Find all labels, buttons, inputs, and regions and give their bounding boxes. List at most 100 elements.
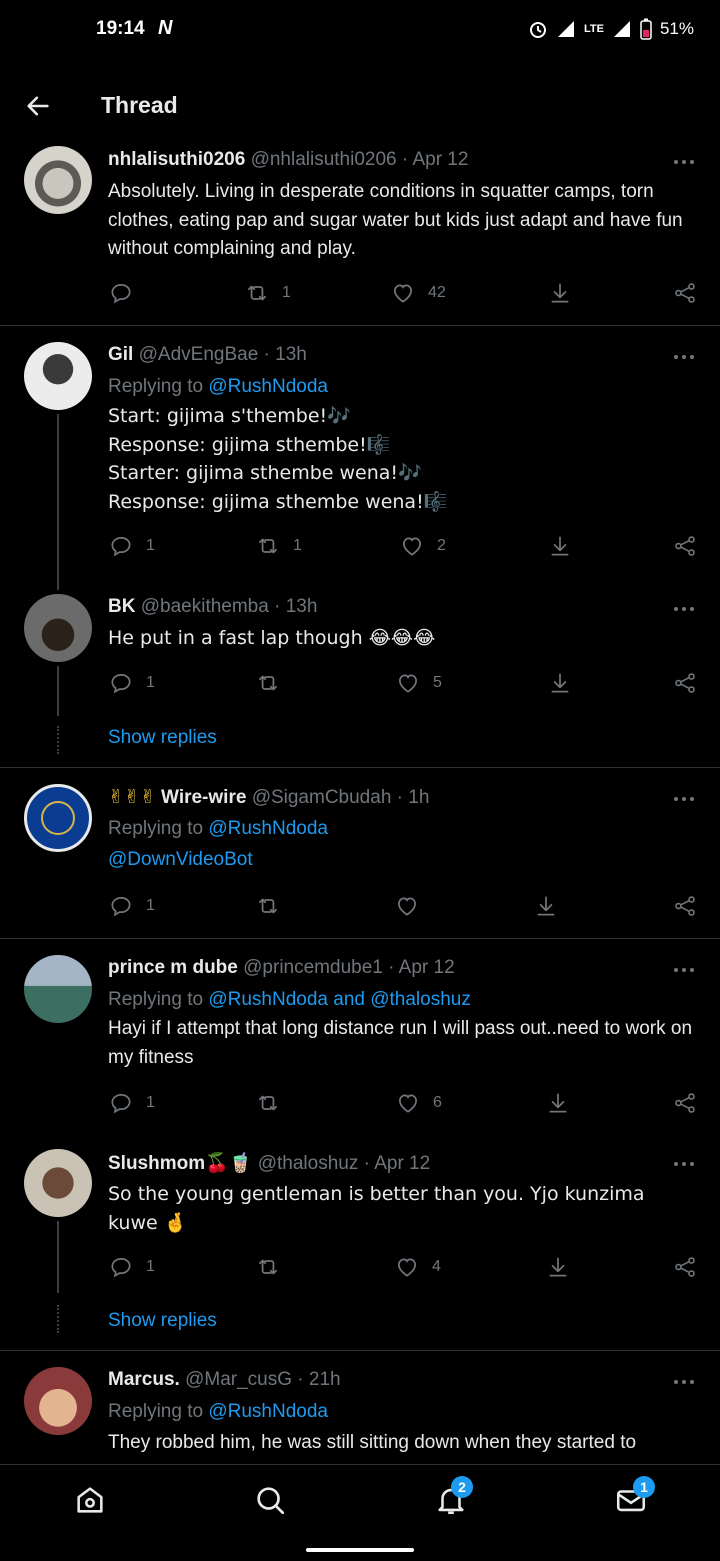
reply-icon xyxy=(108,280,134,306)
retweet-button[interactable] xyxy=(255,670,281,696)
tweet-text: He put in a fast lap though 😂😂😂 xyxy=(108,627,436,649)
reply-mention-link[interactable]: @RushNdoda and @thaloshuz xyxy=(208,989,471,1010)
reply-mention-link[interactable]: @RushNdoda xyxy=(208,818,328,839)
share-icon xyxy=(672,893,698,919)
retweet-button[interactable] xyxy=(255,1254,281,1280)
reply-icon xyxy=(108,893,134,919)
reply-icon xyxy=(108,1090,134,1116)
avatar[interactable] xyxy=(24,784,92,852)
dotted-thread-line xyxy=(57,1305,61,1333)
show-replies-link[interactable]: Show replies xyxy=(108,1310,217,1332)
like-button[interactable]: 5 xyxy=(395,670,442,696)
tweet-time: · 13h xyxy=(263,344,307,365)
retweet-button[interactable] xyxy=(255,893,281,919)
avatar[interactable] xyxy=(24,594,92,662)
author-name[interactable]: nhlalisuthi0206 xyxy=(108,149,245,170)
tweet[interactable]: nhlalisuthi0206 @nhlalisuthi0206 · Apr 1… xyxy=(0,140,720,326)
download-button[interactable] xyxy=(547,280,573,306)
retweet-count: 1 xyxy=(282,284,291,301)
like-icon xyxy=(395,670,421,696)
more-icon[interactable] xyxy=(672,606,696,612)
author-handle: @princemdube1 xyxy=(243,957,383,978)
more-icon[interactable] xyxy=(672,1161,696,1167)
tweet-line: Start: gijima s'thembe!🎶 xyxy=(108,405,351,427)
reply-button[interactable]: 1 xyxy=(108,1254,155,1280)
tweet[interactable]: prince m dube @princemdube1 · Apr 12 Rep… xyxy=(0,939,720,1135)
download-button[interactable] xyxy=(547,533,573,559)
download-icon xyxy=(545,1254,571,1280)
share-button[interactable] xyxy=(672,1090,698,1116)
reply-button[interactable]: 1 xyxy=(108,670,155,696)
share-button[interactable] xyxy=(672,280,698,306)
reply-button[interactable]: 1 xyxy=(108,533,155,559)
more-icon[interactable] xyxy=(672,1379,696,1385)
reply-icon xyxy=(108,670,134,696)
retweet-button[interactable]: 1 xyxy=(255,533,302,559)
reply-mention-link[interactable]: @RushNdoda xyxy=(208,376,328,397)
mention-link[interactable]: @DownVideoBot xyxy=(108,846,698,875)
retweet-button[interactable] xyxy=(255,1090,281,1116)
carrier-icon: N xyxy=(158,17,173,39)
search-icon[interactable] xyxy=(253,1483,287,1517)
tweet-line: Starter: gijima sthembe wena!🎶 xyxy=(108,462,422,484)
reply-button[interactable]: 1 xyxy=(108,1090,155,1116)
home-indicator[interactable] xyxy=(306,1548,414,1552)
author-name[interactable]: Wire-wire xyxy=(161,787,246,808)
reply-mention-link[interactable]: @RushNdoda xyxy=(208,1401,328,1422)
back-arrow-icon[interactable] xyxy=(24,92,52,120)
more-icon[interactable] xyxy=(672,354,696,360)
author-name[interactable]: Marcus. xyxy=(108,1369,180,1390)
author-name[interactable]: prince m dube xyxy=(108,957,238,978)
reply-button[interactable]: 1 xyxy=(108,893,155,919)
tweet-text: Absolutely. Living in desperate conditio… xyxy=(108,181,683,259)
tweet[interactable]: Slushmom🍒🧋 @thaloshuz · Apr 12 So the yo… xyxy=(0,1135,720,1349)
avatar[interactable] xyxy=(24,342,92,410)
share-button[interactable] xyxy=(672,533,698,559)
tweet[interactable]: ✌✌✌ Wire-wire @SigamCbudah · 1h Replying… xyxy=(0,768,720,938)
share-button[interactable] xyxy=(672,1254,698,1280)
alarm-icon xyxy=(530,22,546,38)
more-icon[interactable] xyxy=(672,159,696,165)
download-button[interactable] xyxy=(545,1090,571,1116)
bottom-navigation: 2 1 xyxy=(0,1464,720,1561)
reply-button[interactable] xyxy=(108,280,146,306)
retweet-icon xyxy=(255,893,281,919)
tweet[interactable]: Marcus. @Mar_cusG · 21h Replying to @Rus… xyxy=(0,1351,720,1464)
retweet-button[interactable]: 1 xyxy=(244,280,291,306)
download-button[interactable] xyxy=(545,1254,571,1280)
home-icon[interactable] xyxy=(73,1483,107,1517)
like-icon xyxy=(394,1254,420,1280)
download-button[interactable] xyxy=(533,893,559,919)
avatar[interactable] xyxy=(24,146,92,214)
tweet[interactable]: Gil @AdvEngBae · 13h Replying to @RushNd… xyxy=(0,326,720,590)
like-count: 42 xyxy=(428,284,446,301)
like-button[interactable]: 42 xyxy=(390,280,446,306)
reply-icon xyxy=(108,1254,134,1280)
avatar[interactable] xyxy=(24,1149,92,1217)
like-button[interactable]: 2 xyxy=(399,533,446,559)
share-button[interactable] xyxy=(672,893,698,919)
page-title: Thread xyxy=(101,92,178,118)
like-button[interactable]: 4 xyxy=(394,1254,441,1280)
author-name[interactable]: BK xyxy=(108,596,135,617)
tweet[interactable]: BK @baekithemba · 13h He put in a fast l… xyxy=(0,586,720,766)
avatar[interactable] xyxy=(24,1367,92,1435)
share-icon xyxy=(672,1090,698,1116)
name-emoji-suffix: 🍒🧋 xyxy=(205,1152,253,1174)
replying-to: Replying to @RushNdoda xyxy=(108,1401,328,1423)
tweet-actions: 1 6 xyxy=(0,1090,720,1120)
like-button[interactable]: 6 xyxy=(395,1090,442,1116)
author-name[interactable]: Slushmom xyxy=(108,1153,205,1174)
more-icon[interactable] xyxy=(672,796,696,802)
share-button[interactable] xyxy=(672,670,698,696)
signal-icon-2 xyxy=(613,21,630,37)
avatar[interactable] xyxy=(24,955,92,1023)
show-replies-link[interactable]: Show replies xyxy=(108,727,217,749)
download-button[interactable] xyxy=(547,670,573,696)
tweet-time: · Apr 12 xyxy=(388,957,455,978)
tweet-header: Marcus. @Mar_cusG · 21h xyxy=(108,1369,341,1391)
more-icon[interactable] xyxy=(672,967,696,973)
status-time: 19:14 xyxy=(96,18,145,39)
author-name[interactable]: Gil xyxy=(108,344,133,365)
like-button[interactable] xyxy=(394,893,420,919)
